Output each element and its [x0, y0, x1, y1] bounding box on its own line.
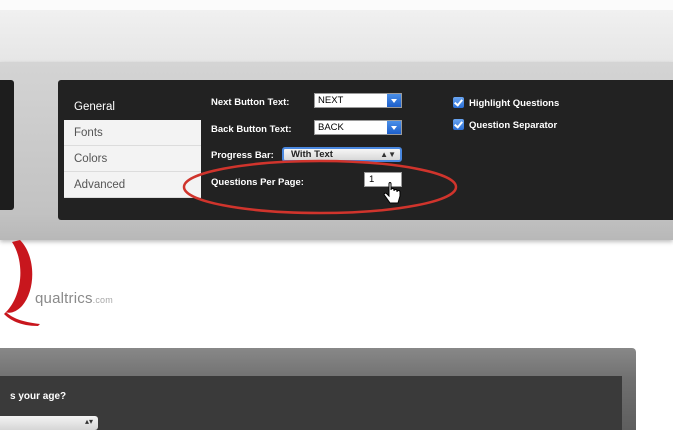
top-bar [0, 10, 673, 62]
next-button-text-value: NEXT [318, 95, 344, 106]
left-panel-edge [0, 80, 14, 210]
question-text: s your age? [10, 391, 67, 402]
back-button-text-value: BACK [318, 122, 344, 133]
top-strip [0, 0, 673, 10]
chevron-down-icon[interactable] [387, 94, 401, 107]
next-button-text-select[interactable]: NEXT [314, 93, 402, 108]
question-separator-checkbox[interactable] [453, 119, 464, 130]
next-button-text-label: Next Button Text: [211, 97, 290, 108]
highlight-questions-checkbox[interactable] [453, 97, 464, 108]
age-select[interactable]: ▴▾ [0, 416, 98, 430]
red-highlight-ellipse [182, 159, 458, 215]
back-button-text-label: Back Button Text: [211, 124, 292, 135]
qualtrics-logo-text: qualtrics.com [35, 290, 113, 307]
tab-fonts[interactable]: Fonts [64, 120, 201, 146]
question-separator-label: Question Separator [469, 120, 558, 131]
hand-cursor-icon [383, 182, 401, 204]
logo-domain: .com [92, 295, 113, 305]
updown-arrows-icon: ▴▾ [84, 417, 93, 426]
tab-general[interactable]: General [64, 94, 201, 120]
logo-name: qualtrics [35, 290, 93, 307]
chevron-down-icon[interactable] [387, 121, 401, 134]
highlight-questions-label: Highlight Questions [469, 98, 560, 109]
back-button-text-select[interactable]: BACK [314, 120, 402, 135]
qualtrics-logo-icon [4, 240, 40, 326]
